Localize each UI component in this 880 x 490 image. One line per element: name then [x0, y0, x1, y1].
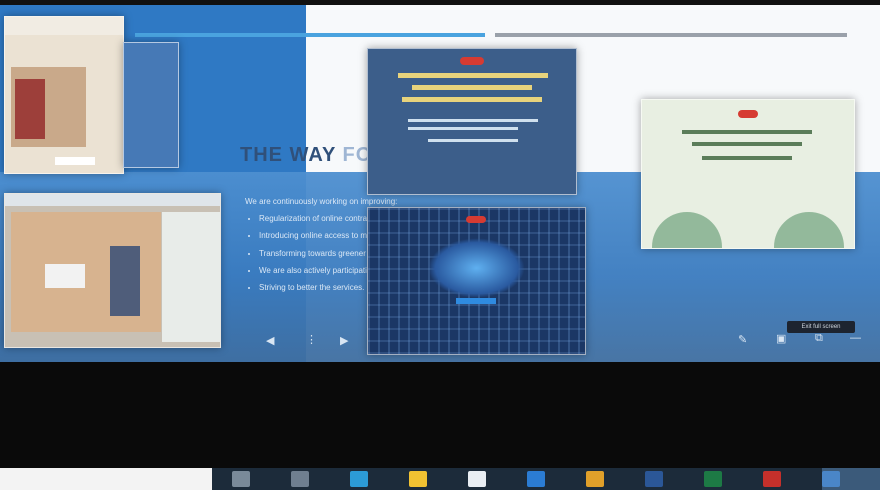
search-icon[interactable] — [232, 471, 250, 487]
chevron-left-icon[interactable]: ◀ — [266, 334, 274, 347]
fullscreen-tooltip: Exit full screen — [787, 321, 855, 333]
slideshow-controls: ◀ ⋮ ▶ ✎ ▣ ⧉ — — [0, 320, 880, 362]
windows-taskbar — [0, 468, 880, 490]
photo-thumbnail-blue — [123, 42, 179, 168]
mail-icon[interactable] — [527, 471, 545, 487]
slideshow-viewer: THE WAY FORWARD We are continuously work… — [0, 0, 880, 362]
acrobat-icon[interactable] — [763, 471, 781, 487]
slide-accent-bar-blue — [135, 33, 485, 37]
powerpoint-active-icon[interactable] — [822, 471, 840, 487]
store-icon[interactable] — [468, 471, 486, 487]
close-icon[interactable]: — — [850, 332, 861, 344]
monitor-icon[interactable]: ▣ — [776, 332, 786, 345]
photo-thumbnail-office — [4, 16, 124, 174]
task-view-icon[interactable] — [291, 471, 309, 487]
chrome-icon[interactable] — [586, 471, 604, 487]
file-explorer-icon[interactable] — [409, 471, 427, 487]
chevron-right-icon[interactable]: ▶ — [340, 334, 348, 347]
excel-icon[interactable] — [704, 471, 722, 487]
poster-thumbnail-green — [641, 99, 855, 249]
poster-thumbnail-certificate — [367, 48, 577, 195]
expand-icon[interactable]: ⧉ — [815, 332, 823, 345]
desktop-dark-area — [0, 362, 880, 468]
edge-icon[interactable] — [350, 471, 368, 487]
more-icon[interactable]: ⋮ — [306, 333, 317, 346]
slide-accent-bar-gray — [495, 33, 847, 37]
word-icon[interactable] — [645, 471, 663, 487]
taskbar-search-box[interactable] — [0, 468, 212, 490]
pen-icon[interactable]: ✎ — [738, 333, 747, 346]
